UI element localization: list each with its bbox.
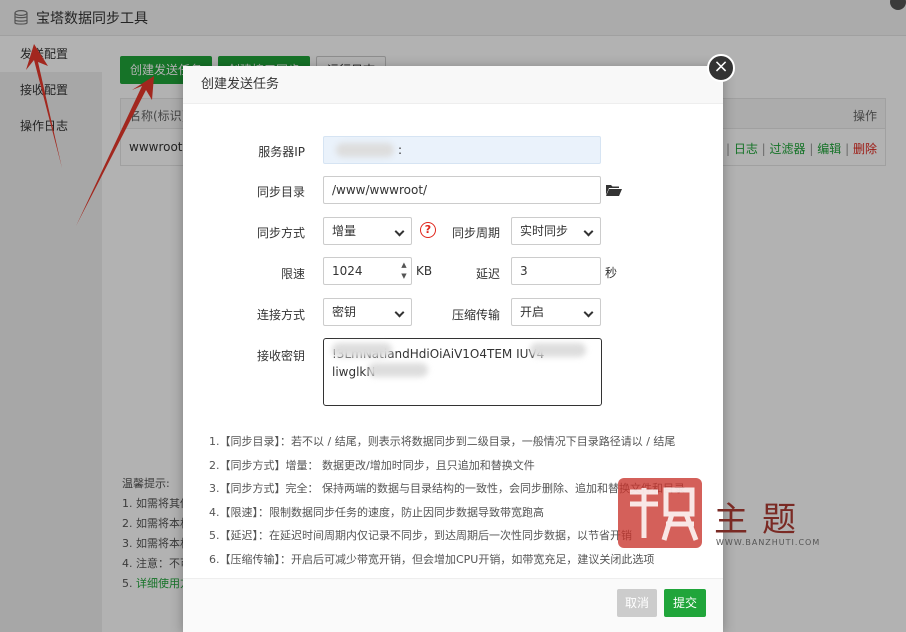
server-ip-value: : (398, 143, 403, 157)
help-note: 1.【同步目录】：若不以 / 结尾，则表示将数据同步到二级目录，一般情况下目录路… (209, 435, 676, 448)
redacted-ip (336, 143, 394, 157)
sync-period-label: 同步周期 (451, 226, 500, 240)
submit-button[interactable]: 提交 (664, 589, 706, 617)
sync-dir-input[interactable]: /www/wwwroot/ (323, 176, 601, 204)
folder-open-icon[interactable] (606, 184, 622, 196)
rate-limit-value: 1024 (332, 264, 363, 278)
conn-mode-label: 连接方式 (256, 308, 305, 322)
rate-limit-label: 限速 (280, 267, 305, 281)
watermark-url: WWW.BANZHUTI.COM (716, 538, 821, 547)
cancel-button[interactable]: 取消 (617, 589, 657, 617)
watermark-seal-logo (618, 478, 702, 548)
dialog-footer: 取消 提交 (183, 578, 723, 632)
server-ip-label: 服务器IP (258, 145, 305, 159)
close-icon[interactable]: × (707, 54, 735, 82)
redacted-key (332, 343, 392, 357)
delay-unit: 秒 (605, 266, 618, 280)
receive-key-textarea[interactable]: !3LmNatiandHdiOiAiV1O4TEM IUV4 liwglkN (323, 338, 602, 406)
delay-input[interactable]: 3 (511, 257, 601, 285)
sync-mode-label: 同步方式 (256, 226, 305, 240)
redacted-key (368, 363, 428, 377)
sync-period-select[interactable]: 实时同步 (511, 217, 601, 245)
receive-key-label: 接收密钥 (256, 349, 305, 363)
watermark: 主题 WWW.BANZHUTI.COM (612, 474, 826, 554)
compress-label: 压缩传输 (451, 308, 500, 322)
sync-dir-label: 同步目录 (256, 185, 305, 199)
dialog-title: 创建发送任务 (183, 66, 723, 104)
server-ip-input[interactable]: : (323, 136, 601, 164)
compress-select[interactable]: 开启 (511, 298, 601, 326)
redacted-key (530, 343, 586, 357)
watermark-text: 主题 (714, 500, 810, 540)
delay-label: 延迟 (475, 267, 500, 281)
